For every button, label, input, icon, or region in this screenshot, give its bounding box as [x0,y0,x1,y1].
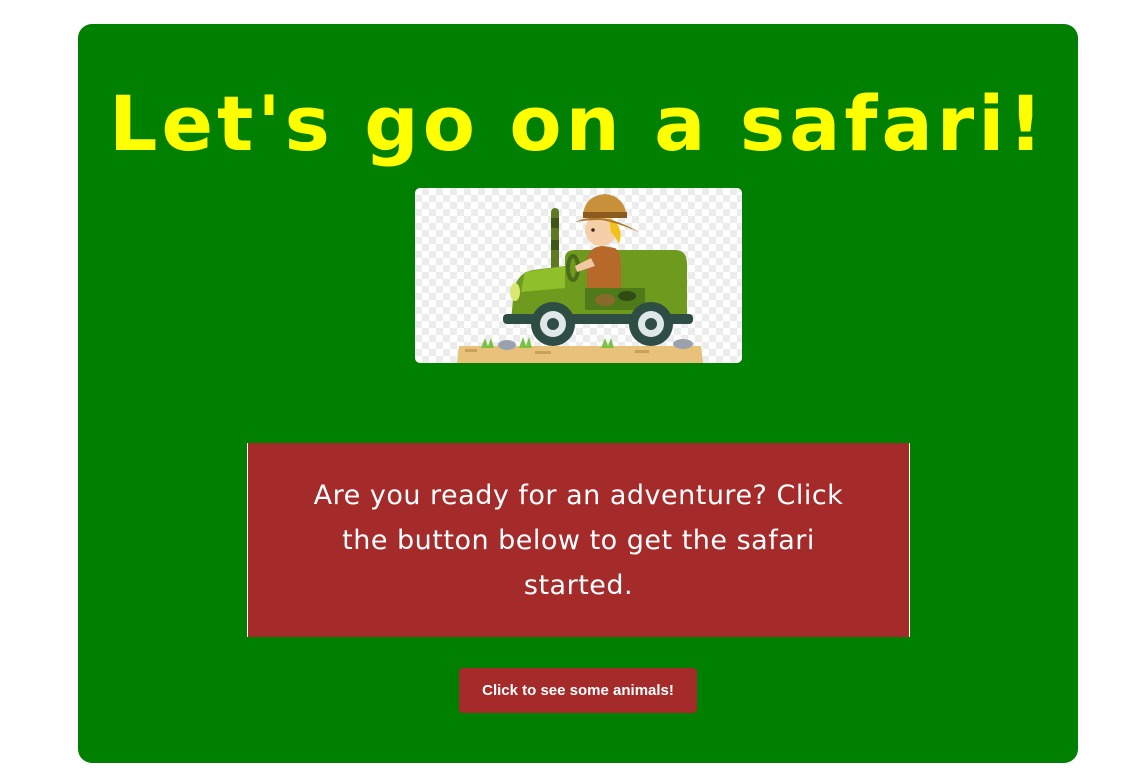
intro-message-box: Are you ready for an adventure? Click th… [247,443,910,637]
page-title: Let's go on a safari! [109,79,1047,168]
intro-message-text: Are you ready for an adventure? Click th… [313,479,844,601]
safari-jeep-image [415,188,742,363]
see-animals-button[interactable]: Click to see some animals! [459,668,697,713]
safari-card: Let's go on a safari! Are you ready for … [78,24,1078,763]
safari-jeep-icon [457,194,703,363]
